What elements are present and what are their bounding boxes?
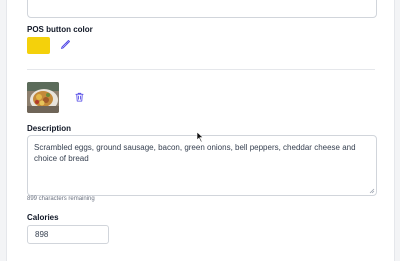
pos-color-swatch[interactable] [27,37,50,54]
calories-label: Calories [27,213,59,222]
description-label: Description [27,124,72,133]
pos-button-color-label: POS button color [27,25,93,34]
previous-field-input[interactable] [27,0,377,18]
trash-icon[interactable] [74,91,85,103]
section-divider [27,69,375,70]
resize-handle-icon[interactable] [369,188,375,194]
mouse-cursor-icon [196,131,204,143]
characters-remaining: 899 characters remaining [27,196,95,202]
description-text: Scrambled eggs, ground sausage, bacon, g… [34,143,356,163]
description-textarea[interactable]: Scrambled eggs, ground sausage, bacon, g… [27,135,377,196]
calories-input[interactable]: 898 [27,225,109,244]
item-image-thumbnail[interactable] [27,82,59,113]
eyedropper-icon[interactable] [59,39,71,51]
